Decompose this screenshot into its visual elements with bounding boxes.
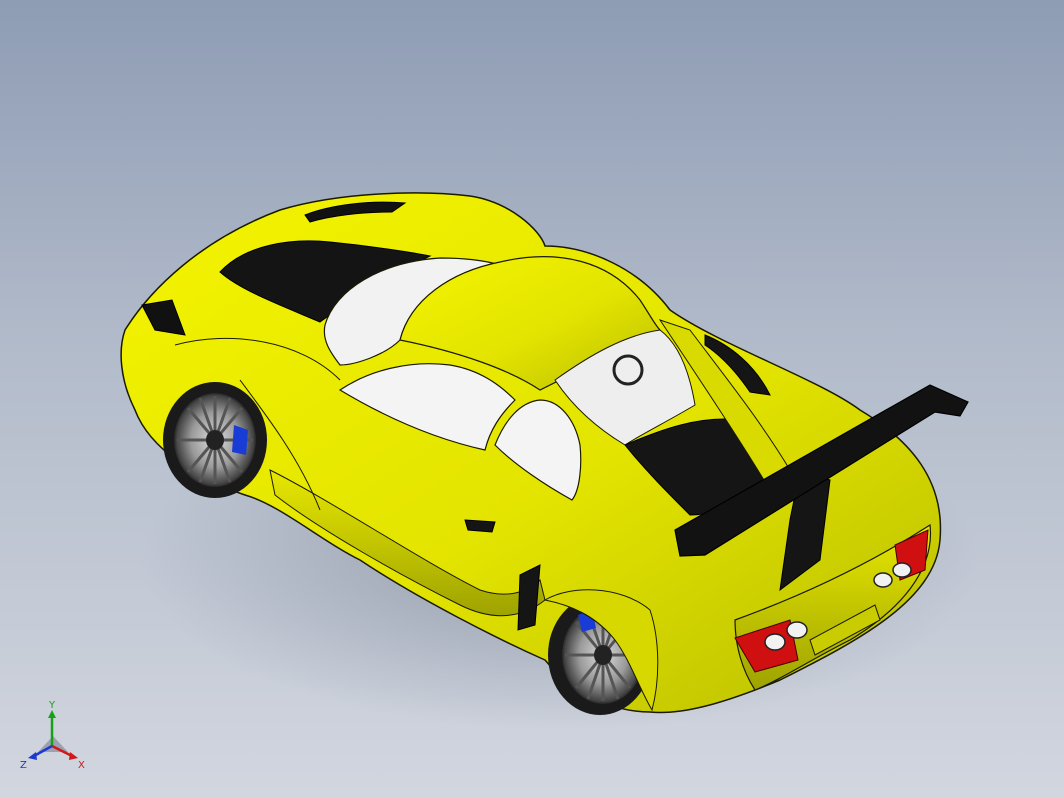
y-axis-arrow [48,710,56,718]
brake-caliper [232,425,248,455]
exhaust-tip [873,572,893,588]
y-axis-label: Y [48,700,56,711]
graphics-viewport[interactable]: Y X Z [0,0,1064,798]
x-axis-arrow [69,752,78,760]
view-orientation-triad: Y X Z [20,700,85,770]
x-axis-label: X [78,760,85,770]
front-wheel [163,382,267,498]
exhaust-tip [892,562,912,578]
exhaust-tip [764,633,786,651]
exhaust-tip [786,621,808,639]
car-3d-model[interactable] [0,0,1064,798]
door-handle-recess [464,519,496,533]
z-axis-label: Z [20,760,27,770]
z-axis-arrow [28,752,37,760]
